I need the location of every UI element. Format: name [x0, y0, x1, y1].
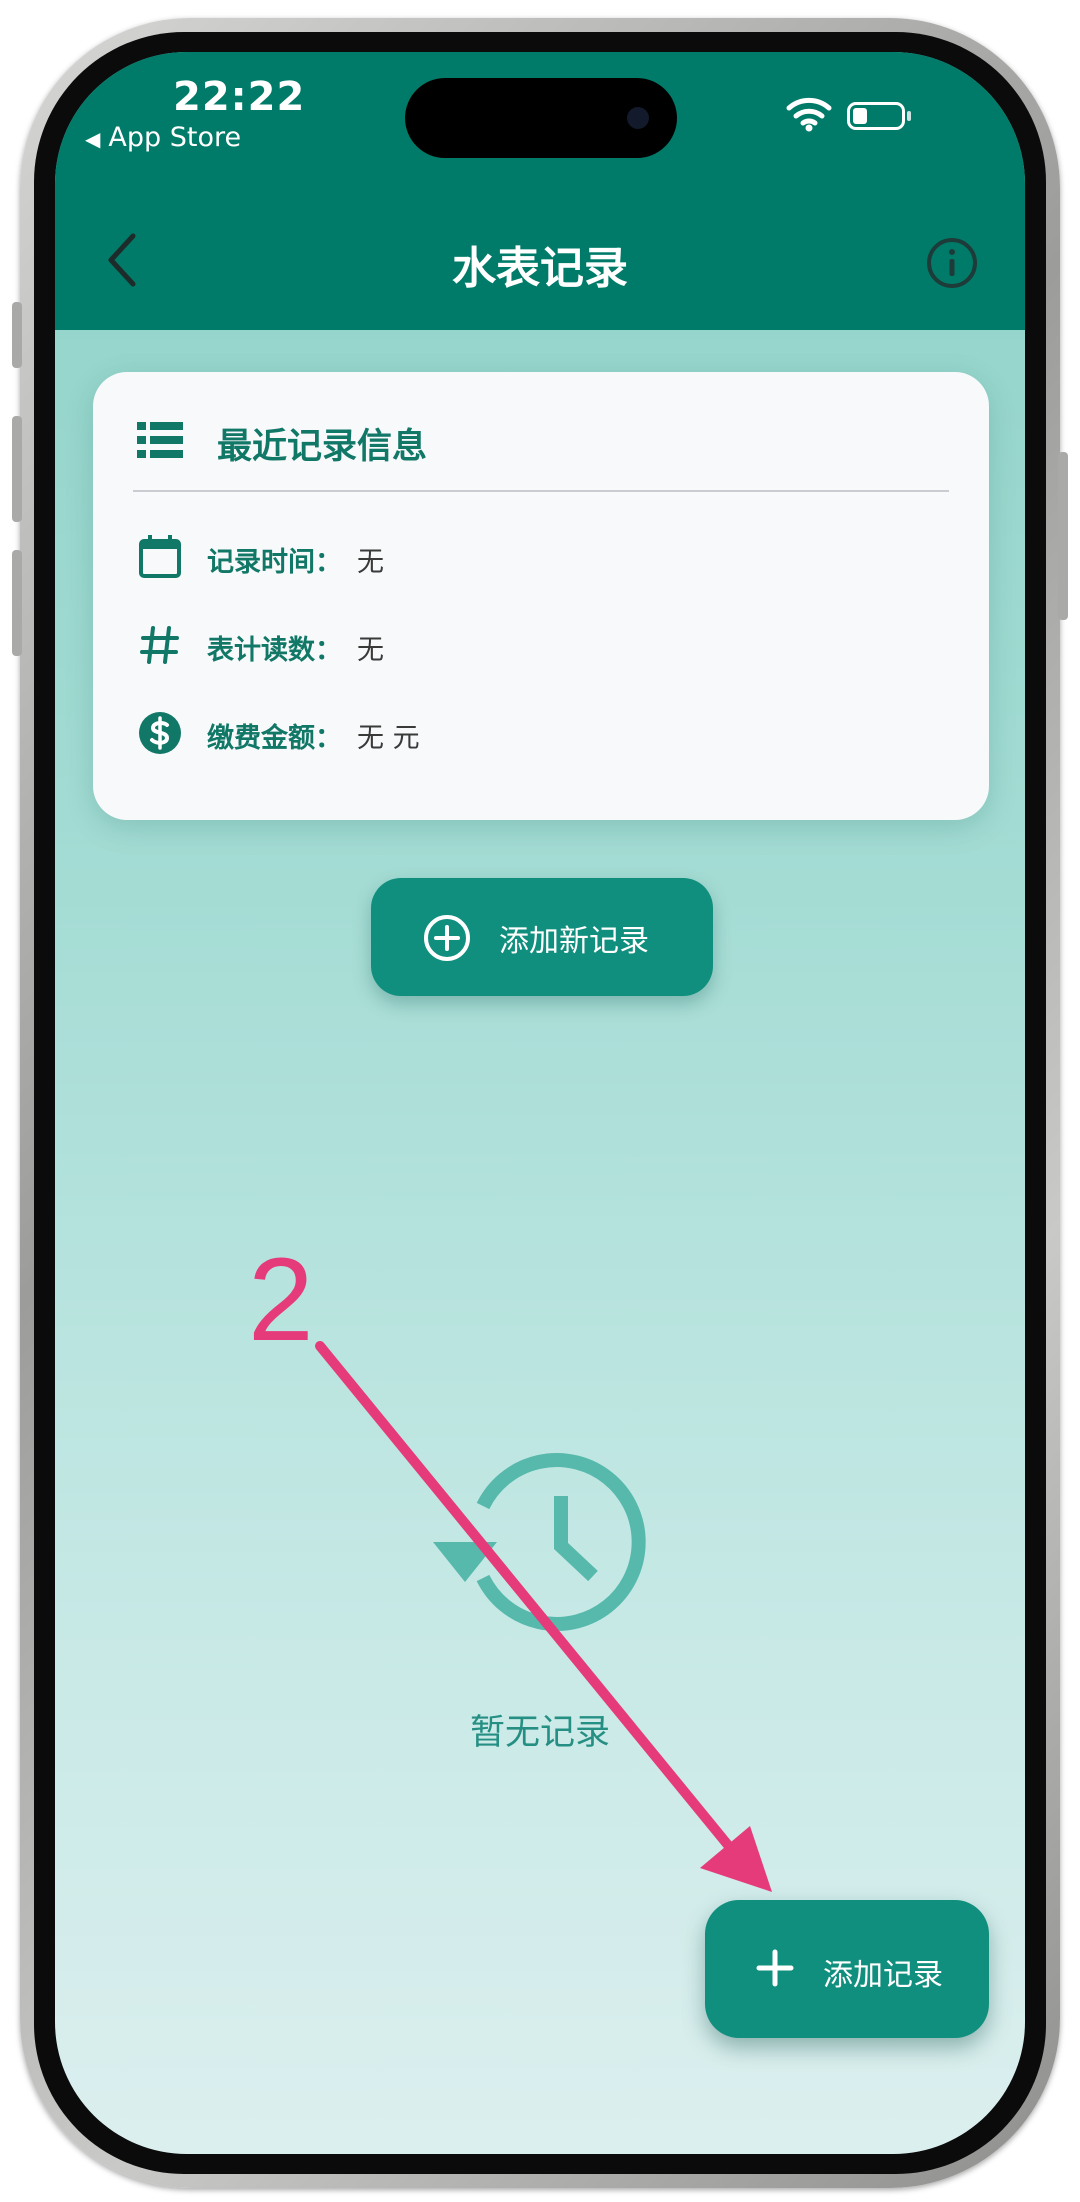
add-new-record-button[interactable]: 添加新记录 [371, 878, 713, 996]
back-triangle-icon: ◀ [85, 127, 101, 151]
info-icon[interactable] [925, 236, 979, 290]
wifi-icon [786, 97, 832, 132]
meter-reading-value: 无 [357, 635, 384, 666]
power-button [1058, 452, 1068, 620]
action-button [12, 302, 22, 368]
plus-icon [756, 1949, 794, 1987]
back-app-label: App Store [108, 122, 242, 153]
empty-state-text: 暂无记录 [469, 1713, 610, 1753]
status-time: 22:22 [173, 74, 306, 120]
calendar-icon [139, 535, 181, 578]
record-time-label: 记录时间： [207, 547, 342, 578]
list-icon [137, 422, 183, 458]
back-to-app-store-link[interactable]: ◀ App Store [85, 122, 241, 153]
volume-up-button [12, 416, 22, 522]
add-record-label: 添加记录 [823, 1958, 943, 1993]
hash-icon [140, 626, 179, 664]
add-new-record-label: 添加新记录 [499, 924, 649, 959]
card-divider [133, 490, 949, 492]
recent-record-card: 最近记录信息 记录时间： 无 表计读数： 无 缴费金额： 无 元 [93, 372, 989, 820]
add-record-fab[interactable]: 添加记录 [705, 1900, 989, 2038]
history-icon [433, 1453, 646, 1631]
battery-tip [907, 111, 911, 121]
battery-icon [847, 102, 905, 130]
add-circle-icon [424, 915, 470, 961]
dollar-icon [139, 712, 181, 754]
app-screen: 22:22 ◀ App Store 水表记录 最近记录信息 记录时间： 无 表计… [55, 52, 1025, 2154]
volume-down-button [12, 550, 22, 656]
card-title: 最近记录信息 [217, 427, 428, 467]
camera-icon [627, 107, 649, 129]
app-header: 22:22 ◀ App Store 水表记录 [55, 52, 1025, 330]
payment-amount-label: 缴费金额： [207, 723, 342, 754]
payment-amount-value: 无 元 [357, 723, 420, 754]
page-title: 水表记录 [452, 243, 628, 294]
record-time-value: 无 [357, 547, 384, 578]
meter-reading-label: 表计读数： [207, 635, 342, 666]
